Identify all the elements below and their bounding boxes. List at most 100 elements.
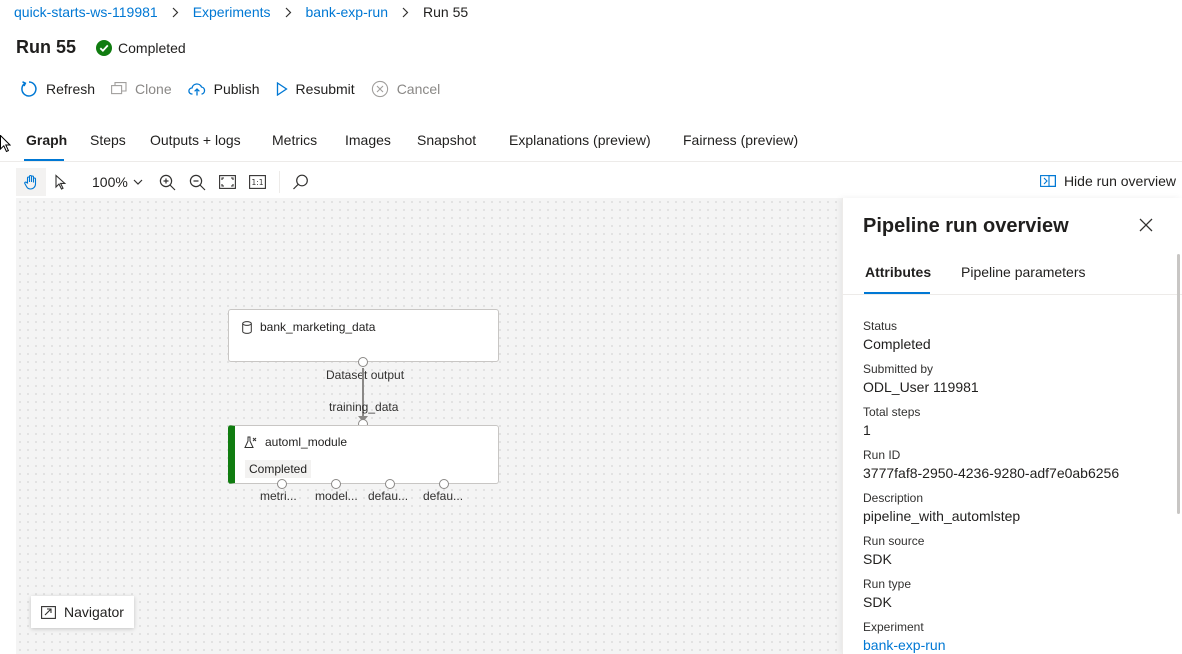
actual-size-text: 1:1 xyxy=(252,178,264,187)
chevron-right-icon xyxy=(402,7,409,18)
run-overview-panel: Pipeline run overview Attributes Pipelin… xyxy=(842,198,1182,654)
output-label-default-1: defau... xyxy=(368,489,409,503)
zoom-out-icon xyxy=(190,174,206,190)
active-tab-indicator xyxy=(24,159,64,161)
tab-attributes[interactable]: Attributes xyxy=(865,264,931,280)
attr-submitted-by: Submitted by ODL_User 119981 xyxy=(863,362,1119,405)
close-icon[interactable] xyxy=(1138,217,1154,233)
panel-scrollbar[interactable] xyxy=(1177,254,1180,514)
refresh-label: Refresh xyxy=(46,81,96,97)
experiment-link[interactable]: bank-exp-run xyxy=(863,635,1119,654)
navigator-icon xyxy=(41,605,56,619)
dataset-node[interactable]: bank_marketing_data xyxy=(228,309,499,362)
output-label-model: model... xyxy=(315,489,358,503)
hide-run-overview-button[interactable]: Hide run overview xyxy=(1039,173,1176,189)
graph-toolbar: 100% 1:1 Hide run overview xyxy=(16,167,1182,197)
check-circle-icon xyxy=(96,39,113,56)
hide-run-overview-label: Hide run overview xyxy=(1063,173,1176,189)
navigator-label: Navigator xyxy=(64,604,124,620)
attr-run-source: Run source SDK xyxy=(863,534,1119,577)
training-data-label: training_data xyxy=(329,400,399,414)
toolbar-divider xyxy=(278,171,280,193)
tab-explanations[interactable]: Explanations (preview) xyxy=(509,132,651,148)
search-button[interactable] xyxy=(286,168,316,196)
chevron-right-icon xyxy=(172,7,179,18)
fit-to-screen-button[interactable] xyxy=(213,168,243,196)
tab-snapshot[interactable]: Snapshot xyxy=(417,132,476,148)
module-node-header: automl_module xyxy=(244,435,347,449)
breadcrumb-current: Run 55 xyxy=(423,4,469,20)
attr-label: Run ID xyxy=(863,448,901,462)
cloud-upload-icon xyxy=(187,83,205,96)
zoom-in-icon xyxy=(160,174,176,190)
tab-metrics[interactable]: Metrics xyxy=(272,132,317,148)
attr-value: ODL_User 119981 xyxy=(863,379,979,395)
page-title: Run 55 xyxy=(16,37,77,57)
navigator-button[interactable]: Navigator xyxy=(31,596,134,628)
dataset-node-header: bank_marketing_data xyxy=(242,320,375,334)
database-icon xyxy=(242,320,252,334)
status-badge: Completed xyxy=(96,39,186,56)
cancel-button[interactable]: Cancel xyxy=(371,80,440,98)
cancel-circle-icon xyxy=(371,80,388,98)
attr-label: Total steps xyxy=(863,405,921,419)
attr-value: 3777faf8-2950-4236-9280-adf7e0ab6256 xyxy=(863,465,1120,481)
dataset-output-port[interactable] xyxy=(358,357,368,367)
breadcrumb: quick-starts-ws-119981 Experiments bank-… xyxy=(14,2,468,22)
attr-label: Experiment xyxy=(863,620,924,634)
attr-run-id: Run ID 3777faf8-2950-4236-9280-adf7e0ab6… xyxy=(863,448,1119,491)
attr-label: Description xyxy=(863,491,924,505)
attr-description: Description pipeline_with_automlstep xyxy=(863,491,1119,534)
tab-graph[interactable]: Graph xyxy=(26,132,67,148)
refresh-button[interactable]: Refresh xyxy=(20,80,95,98)
chevron-down-icon xyxy=(133,179,143,185)
output-port-default-2[interactable] xyxy=(439,479,449,489)
attr-run-type: Run type SDK xyxy=(863,577,1119,620)
output-label-metrics: metri... xyxy=(260,489,297,503)
attr-value: Completed xyxy=(863,336,931,352)
automl-module-node[interactable]: automl_module Completed xyxy=(228,425,499,484)
zoom-out-button[interactable] xyxy=(183,168,213,196)
search-icon xyxy=(293,174,309,189)
clone-button[interactable]: Clone xyxy=(111,81,172,97)
command-bar: Refresh Clone Publish Resubmit Cancel xyxy=(20,78,456,100)
tab-outputs-logs[interactable]: Outputs + logs xyxy=(150,132,241,148)
attr-label: Run source xyxy=(863,534,925,548)
dataset-node-name: bank_marketing_data xyxy=(260,320,376,334)
publish-button[interactable]: Publish xyxy=(187,81,260,97)
output-port-metrics[interactable] xyxy=(277,479,287,489)
resubmit-button[interactable]: Resubmit xyxy=(276,81,355,97)
output-port-model[interactable] xyxy=(331,479,341,489)
actual-size-icon: 1:1 xyxy=(249,175,267,189)
refresh-icon xyxy=(21,81,37,97)
module-status-badge: Completed xyxy=(245,460,312,478)
output-port-default-1[interactable] xyxy=(385,479,395,489)
tab-steps[interactable]: Steps xyxy=(90,132,126,148)
zoom-dropdown[interactable]: 100% xyxy=(92,174,143,190)
play-icon xyxy=(276,82,288,96)
module-node-name: automl_module xyxy=(265,435,348,449)
breadcrumb-experiment-link[interactable]: bank-exp-run xyxy=(306,4,389,20)
tab-pipeline-parameters[interactable]: Pipeline parameters xyxy=(961,264,1086,280)
attr-label: Status xyxy=(863,319,898,333)
tab-images[interactable]: Images xyxy=(345,132,391,148)
tab-fairness[interactable]: Fairness (preview) xyxy=(683,132,798,148)
breadcrumb-experiments-link[interactable]: Experiments xyxy=(193,4,271,20)
clone-icon xyxy=(111,82,127,95)
clone-label: Clone xyxy=(135,81,172,97)
dataset-output-label: Dataset output xyxy=(326,368,405,382)
pan-tool-button[interactable] xyxy=(16,168,46,196)
panel-tab-divider xyxy=(843,294,1182,295)
breadcrumb-workspace-link[interactable]: quick-starts-ws-119981 xyxy=(14,4,158,20)
attr-total-steps: Total steps 1 xyxy=(863,405,1119,448)
publish-label: Publish xyxy=(213,81,260,97)
attr-value: SDK xyxy=(863,594,892,610)
actual-size-button[interactable]: 1:1 xyxy=(243,168,273,196)
zoom-in-button[interactable] xyxy=(153,168,183,196)
attr-status: Status Completed xyxy=(863,319,1119,362)
graph-canvas[interactable]: bank_marketing_data Dataset output train… xyxy=(16,198,842,654)
select-tool-button[interactable] xyxy=(46,168,76,196)
fit-screen-icon xyxy=(219,175,237,189)
attr-value: SDK xyxy=(863,551,892,567)
attr-value: 1 xyxy=(863,422,871,438)
